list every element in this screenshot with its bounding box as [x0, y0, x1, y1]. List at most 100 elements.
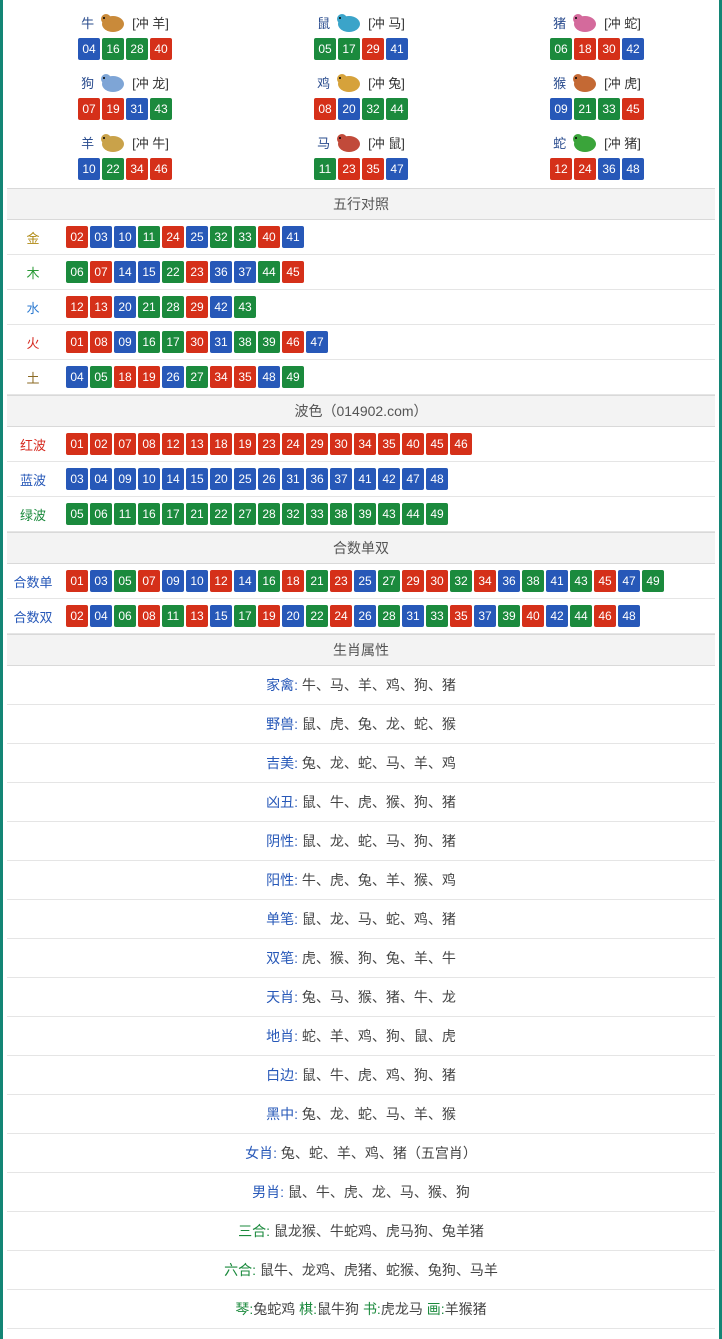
attr-value: 鼠、牛、虎、龙、马、猴、狗 [288, 1184, 470, 1200]
zodiac-name: 狗 [81, 73, 94, 92]
number-chip: 03 [90, 570, 112, 592]
attr-value: 鼠牛、龙鸡、虎猪、蛇猴、兔狗、马羊 [260, 1262, 498, 1278]
row-numbers: 05061116172122272832333839434449 [59, 497, 715, 532]
number-chip: 38 [522, 570, 544, 592]
number-chip: 46 [282, 331, 304, 353]
attr-key: 画: [427, 1301, 445, 1317]
number-chip: 30 [186, 331, 208, 353]
number-chip: 41 [546, 570, 568, 592]
attr-key: 单笔: [266, 911, 302, 927]
wuxing-table: 金02031011242532334041木060714152223363744… [7, 220, 715, 395]
number-chip: 33 [306, 503, 328, 525]
number-chip: 08 [314, 98, 336, 120]
table-row: 阳性: 牛、虎、兔、羊、猴、鸡 [7, 861, 715, 900]
attr-value: 兔、龙、蛇、马、羊、猴 [302, 1106, 456, 1122]
number-chip: 31 [126, 98, 148, 120]
number-chip: 11 [314, 158, 336, 180]
number-chip: 26 [162, 366, 184, 388]
attr-key: 阳性: [266, 872, 302, 888]
zodiac-icon [96, 70, 130, 94]
number-chip: 42 [622, 38, 644, 60]
number-chip: 22 [210, 503, 232, 525]
number-chip: 22 [306, 605, 328, 627]
number-chip: 49 [282, 366, 304, 388]
number-chip: 23 [186, 261, 208, 283]
number-chip: 33 [426, 605, 448, 627]
number-chip: 35 [378, 433, 400, 455]
table-row: 绿波05061116172122272832333839434449 [7, 497, 715, 532]
number-chip: 35 [450, 605, 472, 627]
attr-value: 鼠、龙、马、蛇、鸡、猪 [302, 911, 456, 927]
attr-value: 兔、蛇、羊、鸡、猪（五宫肖） [281, 1145, 477, 1161]
number-chip: 08 [90, 331, 112, 353]
zodiac-name: 鼠 [317, 13, 330, 32]
zodiac-clash: [冲 羊] [132, 13, 169, 32]
row-label: 合数双 [7, 599, 59, 634]
number-chip: 18 [574, 38, 596, 60]
number-chip: 41 [354, 468, 376, 490]
number-chip: 40 [402, 433, 424, 455]
number-chip: 09 [550, 98, 572, 120]
section-header-bose: 波色（014902.com） [7, 395, 715, 427]
number-chip: 40 [522, 605, 544, 627]
number-chip: 04 [66, 366, 88, 388]
row-label: 金 [7, 220, 59, 255]
number-chip: 24 [330, 605, 352, 627]
number-chip: 17 [234, 605, 256, 627]
attr-value: 虎龙马 [381, 1301, 427, 1317]
number-chip: 31 [210, 331, 232, 353]
number-chip: 36 [306, 468, 328, 490]
number-chip: 36 [498, 570, 520, 592]
number-chip: 44 [402, 503, 424, 525]
number-chip: 22 [102, 158, 124, 180]
number-chip: 14 [162, 468, 184, 490]
number-chip: 08 [138, 433, 160, 455]
row-numbers: 1213202128294243 [59, 290, 715, 325]
number-chip: 45 [594, 570, 616, 592]
table-row: 金02031011242532334041 [7, 220, 715, 255]
attr-value: 虎、猴、狗、兔、羊、牛 [302, 950, 456, 966]
number-chip: 46 [594, 605, 616, 627]
table-row: 双笔: 虎、猴、狗、兔、羊、牛 [7, 939, 715, 978]
zodiac-clash: [冲 兔] [368, 73, 405, 92]
number-chip: 41 [282, 226, 304, 248]
number-chip: 35 [362, 158, 384, 180]
number-chip: 21 [306, 570, 328, 592]
number-chip: 06 [550, 38, 572, 60]
number-chip: 12 [210, 570, 232, 592]
number-chip: 44 [258, 261, 280, 283]
number-chip: 42 [210, 296, 232, 318]
table-row: 天肖: 兔、马、猴、猪、牛、龙 [7, 978, 715, 1017]
number-chip: 36 [598, 158, 620, 180]
number-chip: 36 [210, 261, 232, 283]
number-chip: 15 [210, 605, 232, 627]
attr-key: 凶丑: [266, 794, 302, 810]
number-chip: 32 [450, 570, 472, 592]
number-chip: 47 [618, 570, 640, 592]
zodiac-icon [568, 10, 602, 34]
row-numbers: 06071415222336374445 [59, 255, 715, 290]
number-chip: 30 [598, 38, 620, 60]
number-chip: 26 [258, 468, 280, 490]
number-chip: 03 [66, 468, 88, 490]
number-chip: 09 [114, 468, 136, 490]
number-chip: 07 [114, 433, 136, 455]
table-row: 火0108091617303138394647 [7, 325, 715, 360]
attr-value: 鼠、虎、兔、龙、蛇、猴 [302, 716, 456, 732]
zodiac-grid: 牛[冲 羊]04162840鼠[冲 马]05172941猪[冲 蛇]061830… [7, 0, 715, 188]
number-chip: 14 [114, 261, 136, 283]
row-label: 红波 [7, 427, 59, 462]
number-chip: 08 [138, 605, 160, 627]
section-header-wuxing: 五行对照 [7, 188, 715, 220]
number-chip: 24 [574, 158, 596, 180]
section-header-shengxiao: 生肖属性 [7, 634, 715, 666]
table-row: 地肖: 蛇、羊、鸡、狗、鼠、虎 [7, 1017, 715, 1056]
attr-key: 琴: [235, 1301, 253, 1317]
number-chip: 45 [622, 98, 644, 120]
number-chip: 16 [138, 503, 160, 525]
number-chip: 23 [330, 570, 352, 592]
number-chip: 47 [402, 468, 424, 490]
zodiac-icon [96, 10, 130, 34]
attr-value: 兔、龙、蛇、马、羊、鸡 [302, 755, 456, 771]
number-chip: 20 [338, 98, 360, 120]
